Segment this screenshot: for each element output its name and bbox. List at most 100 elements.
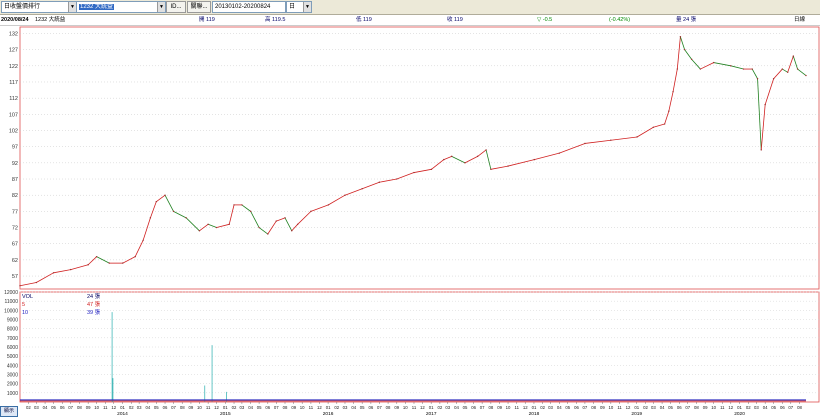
price-point — [142, 239, 144, 242]
price-point — [378, 181, 381, 183]
price-point — [730, 65, 732, 67]
price-point — [108, 262, 110, 264]
month-tick-label: 12 — [728, 405, 733, 410]
price-point — [742, 68, 745, 70]
month-tick-label: 11 — [515, 405, 520, 410]
price-point — [361, 188, 363, 190]
month-tick-label: 02 — [438, 405, 443, 410]
month-tick-label: 04 — [763, 405, 768, 410]
month-tick-label: 03 — [548, 405, 553, 410]
volume-tick-label: 5000 — [7, 354, 18, 360]
price-tick-label: 67 — [12, 242, 18, 248]
month-tick-label: 12 — [626, 405, 631, 410]
price-point — [764, 103, 766, 106]
price-point — [430, 168, 433, 171]
price-point — [756, 78, 759, 80]
month-tick-label: 05 — [154, 405, 159, 410]
month-tick-label: 02 — [334, 405, 339, 410]
month-tick-label: 06 — [265, 405, 270, 410]
volume-tick-label: 8000 — [7, 327, 18, 333]
price-point — [584, 142, 586, 145]
year-tick-label: 2019 — [631, 411, 642, 416]
month-tick-label: 05 — [257, 405, 262, 410]
month-tick-label: 07 — [480, 405, 485, 410]
month-tick-label: 11 — [617, 405, 622, 410]
month-tick-label: 11 — [309, 405, 314, 410]
month-tick-label: 03 — [754, 405, 759, 410]
price-point — [490, 168, 492, 171]
price-point — [672, 90, 674, 93]
month-tick-label: 08 — [180, 405, 185, 410]
month-tick-label: 04 — [660, 405, 665, 410]
month-tick-label: 07 — [377, 405, 382, 410]
month-tick-label: 09 — [291, 405, 296, 410]
month-tick-label: 03 — [240, 405, 245, 410]
price-point — [507, 165, 509, 167]
price-point — [636, 136, 638, 138]
price-point — [249, 210, 252, 213]
month-tick-label: 10 — [94, 405, 99, 410]
volume-legend-value: 24 張 — [87, 293, 101, 300]
price-point — [185, 217, 187, 219]
price-point — [241, 204, 243, 206]
month-tick-label: 12 — [214, 405, 219, 410]
month-tick-label: 03 — [445, 405, 450, 410]
display-button[interactable]: 顯示 — [0, 406, 18, 417]
price-tick-label: 132 — [9, 31, 18, 37]
volume-tick-label: 9000 — [7, 318, 18, 324]
month-tick-label: 06 — [574, 405, 579, 410]
month-tick-label: 07 — [788, 405, 793, 410]
price-tick-label: 122 — [9, 64, 18, 70]
month-tick-label: 05 — [668, 405, 673, 410]
stock-chart[interactable]: 576267727782879297102107112117122127132 … — [0, 0, 820, 416]
price-tick-label: 117 — [9, 80, 18, 86]
price-tick-label: 92 — [12, 161, 18, 167]
price-point — [233, 204, 235, 206]
month-tick-label: 07 — [68, 405, 73, 410]
price-point — [172, 210, 175, 213]
volume-legend-value: 39 張 — [87, 309, 101, 316]
month-tick-label: 04 — [454, 405, 459, 410]
price-point — [683, 48, 686, 51]
price-point — [122, 262, 124, 264]
month-tick-label: 02 — [129, 405, 134, 410]
year-tick-label: 2015 — [220, 411, 231, 416]
price-point — [805, 74, 807, 77]
price-tick-label: 77 — [12, 209, 18, 215]
price-point — [344, 194, 346, 196]
month-tick-label: 02 — [26, 405, 31, 410]
price-point — [149, 217, 152, 219]
price-point — [676, 68, 678, 70]
month-tick-label: 10 — [506, 405, 511, 410]
price-point — [228, 223, 230, 226]
volume-tick-label: 2000 — [7, 382, 18, 388]
price-point — [35, 281, 38, 284]
price-point — [464, 162, 466, 164]
price-point — [327, 204, 330, 206]
month-tick-label: 01 — [326, 405, 331, 410]
price-point — [155, 200, 158, 203]
volume-tick-label: 6000 — [7, 345, 18, 351]
year-tick-label: 2020 — [734, 411, 745, 416]
volume-tick-label: 7000 — [7, 336, 18, 342]
month-tick-label: 10 — [197, 405, 202, 410]
month-tick-label: 09 — [189, 405, 194, 410]
price-point — [712, 61, 715, 64]
price-point — [267, 233, 269, 235]
month-tick-label: 01 — [737, 405, 742, 410]
month-tick-label: 05 — [360, 405, 365, 410]
price-point — [792, 55, 795, 57]
month-tick-label: 01 — [429, 405, 434, 410]
month-tick-label: 09 — [86, 405, 91, 410]
price-point — [652, 126, 655, 128]
month-tick-label: 09 — [600, 405, 605, 410]
month-tick-label: 01 — [223, 405, 228, 410]
month-tick-label: 09 — [497, 405, 502, 410]
price-point — [19, 285, 21, 287]
month-tick-label: 12 — [523, 405, 528, 410]
price-tick-label: 127 — [9, 48, 18, 54]
price-tick-label: 87 — [12, 177, 18, 183]
month-tick-label: 03 — [343, 405, 348, 410]
volume-tick-label: 4000 — [7, 363, 18, 369]
month-tick-label: 01 — [634, 405, 639, 410]
